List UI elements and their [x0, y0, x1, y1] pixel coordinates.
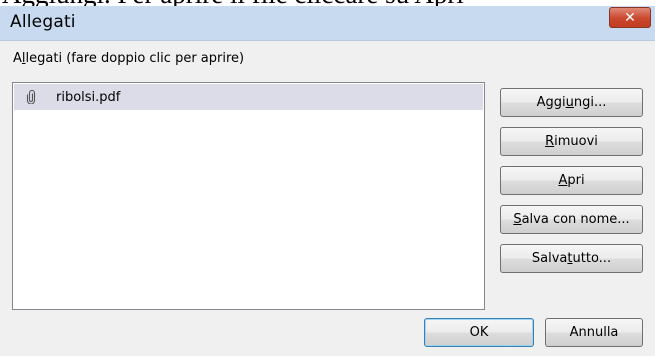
save-all-button[interactable]: Salva t utto... — [500, 244, 643, 273]
cancel-button[interactable]: Annulla — [545, 318, 643, 347]
save-as-button[interactable]: Salva con nome... — [500, 205, 643, 234]
ok-button[interactable]: OK — [424, 318, 534, 347]
open-button[interactable]: Apri — [500, 166, 643, 195]
close-icon: ✕ — [624, 9, 636, 26]
attachments-dialog: Allegati ✕ Allegati (fare doppio clic pe… — [0, 6, 655, 356]
attachment-file-name: ribolsi.pdf — [56, 89, 121, 105]
window-title: Allegati — [10, 12, 76, 32]
attachments-list-label: Allegati (fare doppio clic per aprire) — [13, 51, 245, 66]
list-item[interactable]: ribolsi.pdf — [14, 84, 483, 110]
attachments-list[interactable]: ribolsi.pdf — [12, 82, 485, 310]
title-bar[interactable]: Allegati ✕ — [0, 6, 655, 41]
remove-button[interactable]: Rimuovi — [500, 127, 643, 156]
page: Aggiungi. Per aprire il file cliccare su… — [0, 0, 655, 356]
paperclip-icon — [22, 88, 40, 106]
add-button[interactable]: Aggi u ngi... — [500, 88, 643, 117]
close-button[interactable]: ✕ — [609, 7, 651, 28]
